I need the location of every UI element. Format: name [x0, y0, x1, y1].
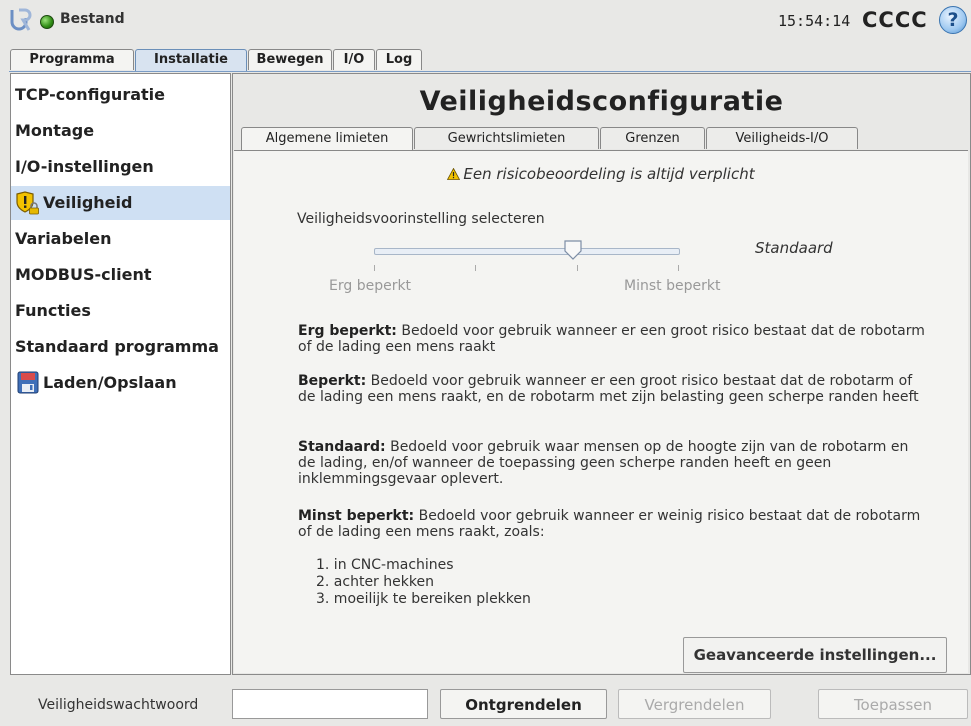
unlock-button[interactable]: Ontgrendelen	[440, 689, 607, 719]
advanced-settings-button[interactable]: Geavanceerde instellingen...	[683, 637, 947, 673]
file-menu[interactable]: Bestand	[60, 11, 125, 27]
sidebar-item-label: TCP-configuratie	[15, 85, 165, 104]
robot-name: CCCC	[862, 8, 928, 32]
floppy-disk-icon	[17, 371, 39, 394]
tab-gewrichtslimieten[interactable]: Gewrichtslimieten	[414, 127, 599, 149]
slider-tick	[374, 265, 375, 271]
description-minst-beperkt: Minst beperkt: Bedoeld voor gebruik wann…	[298, 508, 921, 540]
main-panel: Veiligheidsconfiguratie Algemene limiete…	[232, 73, 971, 675]
description-standaard: Standaard: Bedoeld voor gebruik waar men…	[298, 439, 909, 487]
slider-tick	[577, 265, 578, 271]
sidebar-item-functies[interactable]: Functies	[11, 294, 230, 328]
warning-icon	[447, 168, 461, 180]
help-button[interactable]: ?	[939, 6, 967, 34]
sidebar-item-variabelen[interactable]: Variabelen	[11, 222, 230, 256]
sidebar-item-io-instellingen[interactable]: I/O-instellingen	[11, 150, 230, 184]
description-beperkt: Beperkt: Bedoeld voor gebruik wanneer er…	[298, 373, 919, 405]
list-item: 3. moeilijk te bereiken plekken	[316, 591, 531, 607]
tab-grenzen[interactable]: Grenzen	[600, 127, 705, 149]
slider-tick	[678, 265, 679, 271]
slider-tick	[475, 265, 476, 271]
risk-warning: Een risicobeoordeling is altijd verplich…	[234, 165, 968, 183]
sidebar-item-tcp-configuratie[interactable]: TCP-configuratie	[11, 78, 230, 112]
slider-min-label: Erg beperkt	[329, 278, 412, 294]
list-item: 1. in CNC-machines	[316, 557, 454, 573]
clock: 15:54:14	[778, 12, 851, 30]
sidebar-item-label: MODBUS-client	[15, 265, 152, 284]
sidebar-item-veiligheid[interactable]: Veiligheid	[11, 186, 230, 220]
tab-veiligheids-io[interactable]: Veiligheids-I/O	[706, 127, 858, 149]
tab-installatie[interactable]: Installatie	[135, 49, 247, 72]
preset-slider-handle[interactable]	[564, 240, 582, 260]
sidebar-item-label: Montage	[15, 121, 95, 140]
title-bar: Bestand 15:54:14 CCCC ?	[0, 0, 971, 44]
apply-button[interactable]: Toepassen	[818, 689, 968, 719]
tab-content: Een risicobeoordeling is altijd verplich…	[234, 150, 968, 673]
example-list: 1. in CNC-machines 2. achter hekken 3. m…	[316, 557, 531, 608]
preset-value: Standaard	[755, 239, 833, 257]
ur-logo-icon	[10, 8, 32, 31]
list-item: 2. achter hekken	[316, 574, 434, 590]
tab-programma[interactable]: Programma	[10, 49, 134, 70]
sidebar-item-laden-opslaan[interactable]: Laden/Opslaan	[11, 366, 230, 400]
password-field[interactable]	[232, 689, 428, 719]
preset-slider-track[interactable]	[374, 248, 680, 255]
lock-button[interactable]: Vergrendelen	[618, 689, 771, 719]
password-label: Veiligheidswachtwoord	[38, 697, 199, 713]
sidebar: TCP-configuratie Montage I/O-instellinge…	[10, 73, 231, 675]
tab-log[interactable]: Log	[376, 49, 422, 70]
tab-algemene-limieten[interactable]: Algemene limieten	[241, 127, 413, 150]
sub-tabs: Algemene limieten Gewrichtslimieten Gren…	[233, 127, 970, 151]
sidebar-item-modbus-client[interactable]: MODBUS-client	[11, 258, 230, 292]
robot-status-icon	[40, 15, 54, 29]
tab-bewegen[interactable]: Bewegen	[248, 49, 332, 70]
sidebar-item-standaard-programma[interactable]: Standaard programma	[11, 330, 230, 364]
slider-max-label: Minst beperkt	[624, 278, 721, 294]
sidebar-item-label: Variabelen	[15, 229, 112, 248]
risk-warning-text: Een risicobeoordeling is altijd verplich…	[463, 165, 755, 183]
description-erg-beperkt: Erg beperkt: Bedoeld voor gebruik wannee…	[298, 323, 925, 355]
page-title: Veiligheidsconfiguratie	[419, 86, 784, 117]
sidebar-item-label: I/O-instellingen	[15, 157, 154, 176]
sidebar-item-montage[interactable]: Montage	[11, 114, 230, 148]
preset-label: Veiligheidsvoorinstelling selecteren	[297, 211, 545, 227]
sidebar-item-label: Veiligheid	[43, 193, 133, 212]
shield-lock-icon	[16, 191, 39, 215]
sidebar-item-label: Functies	[15, 301, 91, 320]
tab-io[interactable]: I/O	[333, 49, 375, 70]
sidebar-item-label: Standaard programma	[15, 337, 219, 356]
sidebar-item-label: Laden/Opslaan	[43, 373, 177, 392]
